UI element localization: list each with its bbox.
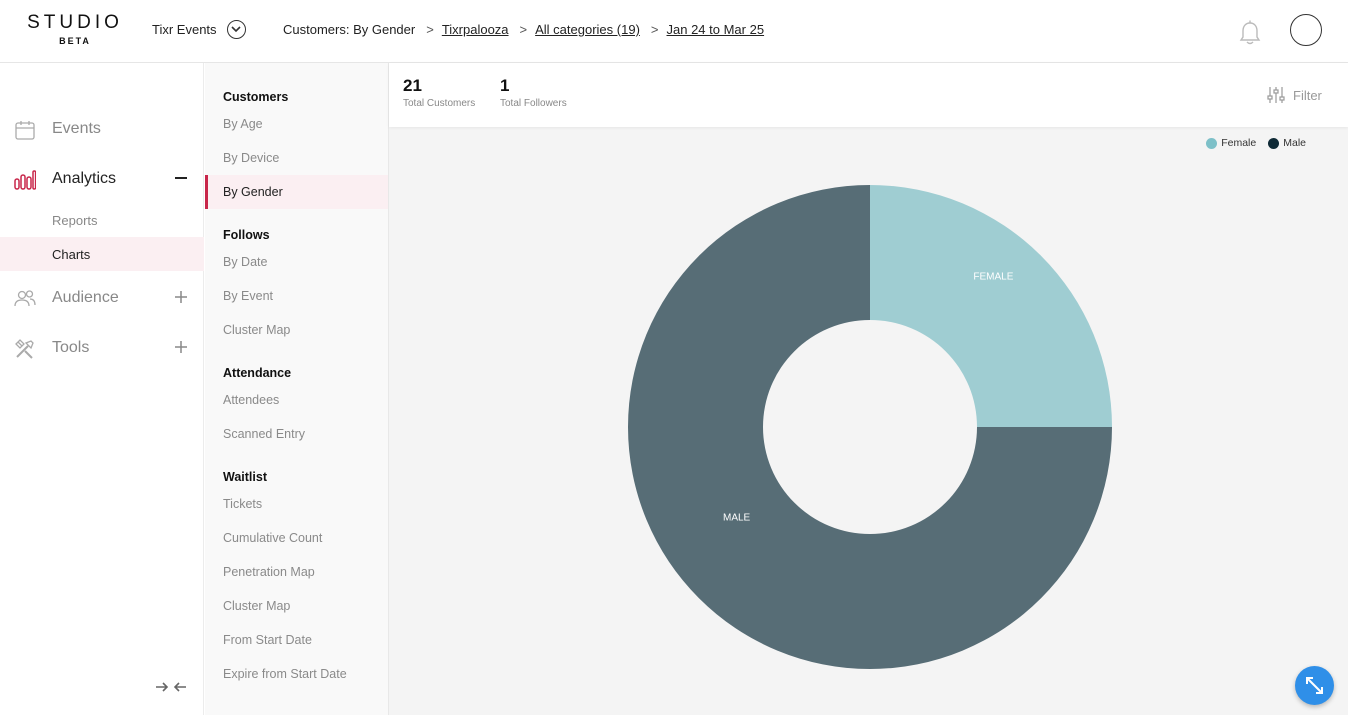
breadcrumb-separator: > <box>650 22 659 37</box>
bar-chart-icon <box>14 170 36 190</box>
tools-icon <box>15 339 34 359</box>
sidebar-item-analytics[interactable]: Analytics <box>0 159 204 199</box>
menu-item[interactable]: Tickets <box>205 487 388 521</box>
menu-item-label: Cluster Map <box>223 599 291 613</box>
sidebar-item-audience[interactable]: Audience <box>0 278 204 318</box>
menu-item-label: Penetration Map <box>223 565 315 579</box>
total-customers-stat: 21 Total Customers <box>403 76 475 109</box>
org-switch-chevron-icon[interactable] <box>227 20 246 39</box>
collapse-sidebar-icon[interactable] <box>155 680 187 699</box>
menu-item-label: From Start Date <box>223 633 312 647</box>
menu-item-label: By Device <box>223 151 280 165</box>
menu-item-label: Expire from Start Date <box>223 667 347 681</box>
expand-fullscreen-button[interactable] <box>1295 666 1334 705</box>
org-name[interactable]: Tixr Events <box>152 22 217 37</box>
menu-item[interactable]: From Start Date <box>205 623 388 657</box>
menu-item[interactable]: By Age <box>205 107 388 141</box>
menu-item[interactable]: Cumulative Count <box>205 521 388 555</box>
calendar-icon <box>15 121 35 140</box>
breadcrumb-current-report: Customers: By Gender <box>283 22 416 37</box>
total-customers-label: Total Customers <box>403 98 476 109</box>
filter-button[interactable]: Filter <box>1267 86 1322 104</box>
sidebar-item-label: Tools <box>52 339 90 356</box>
menu-item-label: Scanned Entry <box>223 427 305 441</box>
logo-main: STUDIO <box>27 12 123 33</box>
sidebar-item-label: Events <box>52 120 101 137</box>
expand-arrows-icon <box>1306 677 1323 694</box>
menu-item-label: By Date <box>223 255 268 269</box>
sidebar-nav: Events Analytics Reports Charts Audience… <box>0 63 204 715</box>
top-bar: STUDIO BETA Tixr Events Customers: By Ge… <box>0 0 1348 63</box>
studio-logo[interactable]: STUDIO BETA <box>24 13 126 47</box>
menu-item-label: Cumulative Count <box>223 531 323 545</box>
menu-item[interactable]: Scanned Entry <box>205 417 388 451</box>
sidebar-item-label: Audience <box>52 289 119 306</box>
menu-item-label: Tickets <box>223 497 263 511</box>
menu-section-title: Waitlist <box>223 470 267 484</box>
menu-item[interactable]: By Device <box>205 141 388 175</box>
avatar[interactable] <box>1290 14 1322 46</box>
menu-item[interactable]: By Date <box>205 245 388 279</box>
stats-bar: 21 Total Customers 1 Total Followers Fil… <box>389 63 1348 127</box>
sidebar-item-tools[interactable]: Tools <box>0 328 204 368</box>
menu-item-label: Attendees <box>223 393 280 407</box>
breadcrumb-categories-link[interactable]: All categories (19) <box>535 22 640 37</box>
total-customers-value: 21 <box>403 76 422 95</box>
menu-item[interactable]: By Gender <box>205 175 388 209</box>
menu-item[interactable]: Penetration Map <box>205 555 388 589</box>
menu-item-label: By Gender <box>223 185 283 199</box>
breadcrumb-daterange-link[interactable]: Jan 24 to Mar 25 <box>667 22 765 37</box>
menu-item[interactable]: Attendees <box>205 383 388 417</box>
chart-panel: 21 Total Customers 1 Total Followers Fil… <box>389 63 1348 715</box>
logo-sub: BETA <box>59 36 91 46</box>
breadcrumb-separator: > <box>426 22 434 37</box>
total-followers-value: 1 <box>500 76 510 95</box>
sidebar-subitem-reports[interactable]: Reports <box>0 203 204 237</box>
sidebar-subitem-charts[interactable]: Charts <box>0 237 204 271</box>
expand-plus-icon[interactable] <box>174 340 188 354</box>
notifications-bell-icon[interactable] <box>1239 20 1261 51</box>
menu-item-label: By Event <box>223 289 274 303</box>
breadcrumb-separator: > <box>519 22 528 37</box>
menu-item[interactable]: Expire from Start Date <box>205 657 388 691</box>
menu-item-label: Cluster Map <box>223 323 291 337</box>
filter-label: Filter <box>1293 87 1322 103</box>
donut-slice-female[interactable] <box>870 185 1112 427</box>
sidebar-item-label: Analytics <box>52 170 117 187</box>
total-followers-stat: 1 Total Followers <box>500 76 567 109</box>
breadcrumb-event-link[interactable]: Tixrpalooza <box>442 22 509 37</box>
menu-section-title: Follows <box>223 228 270 242</box>
menu-item[interactable]: By Event <box>205 279 388 313</box>
collapse-minus-icon[interactable] <box>174 171 188 185</box>
menu-item-label: By Age <box>223 117 263 131</box>
sliders-icon <box>1267 87 1285 103</box>
total-followers-label: Total Followers <box>500 98 567 109</box>
menu-item[interactable]: Cluster Map <box>205 313 388 347</box>
menu-item[interactable]: Cluster Map <box>205 589 388 623</box>
breadcrumb: Customers: By Gender > Tixrpalooza > All… <box>283 22 764 37</box>
menu-section-title: Customers <box>223 90 289 104</box>
slice-label: MALE <box>723 512 751 523</box>
sidebar-subitem-label: Charts <box>52 247 91 262</box>
slice-label: FEMALE <box>973 272 1013 283</box>
expand-plus-icon[interactable] <box>174 290 188 304</box>
gender-donut-chart: FEMALE MALE <box>628 185 1112 669</box>
sidebar-subitem-label: Reports <box>52 213 98 228</box>
menu-section-title: Attendance <box>223 366 292 380</box>
sidebar-item-events[interactable]: Events <box>0 109 204 149</box>
people-icon <box>14 290 36 307</box>
report-menu: Customers By Age By Device By Gender Follows… <box>205 63 389 715</box>
